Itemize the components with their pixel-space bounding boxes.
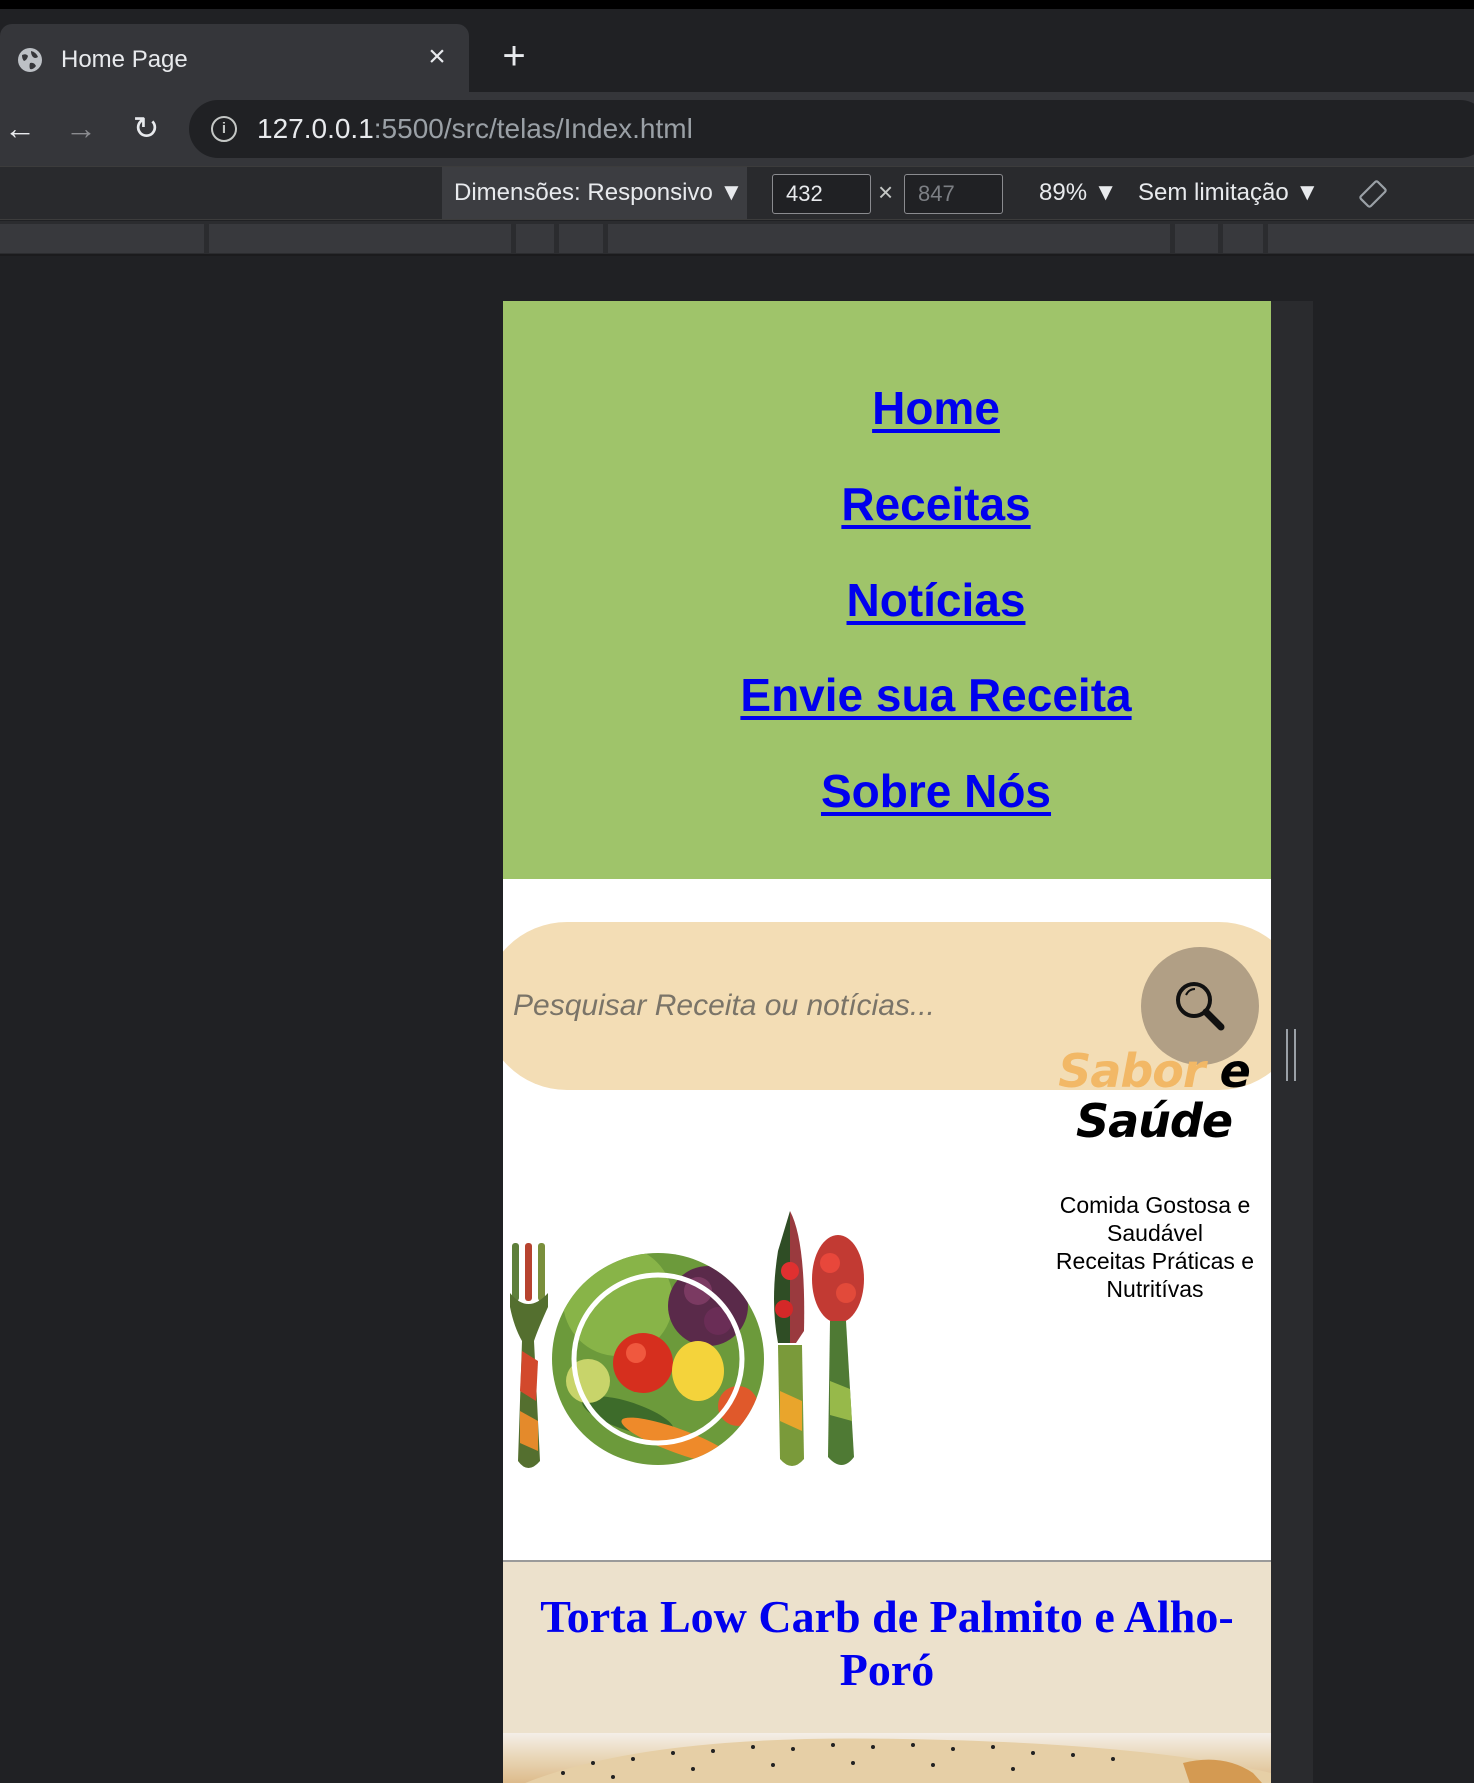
nav-link-home[interactable]: Home xyxy=(503,381,1271,435)
dimensions-select[interactable]: Dimensões: Responsivo ▼ xyxy=(442,167,747,219)
tagline-line: Nutritívas xyxy=(1106,1276,1204,1302)
tagline-line: Comida Gostosa e xyxy=(1059,1192,1251,1218)
new-tab-button[interactable]: + xyxy=(494,36,534,78)
search-icon xyxy=(1176,982,1225,1031)
spoon-shape xyxy=(812,1235,864,1465)
media-query-segment[interactable] xyxy=(1223,224,1263,253)
viewport-height-input[interactable]: 847 xyxy=(904,174,1003,214)
brand-logo: Sabor e Saúde xyxy=(1039,1046,1269,1146)
fork-shape xyxy=(510,1243,548,1468)
page-viewport: Home Receitas Notícias Envie sua Receita… xyxy=(503,301,1271,1783)
viewport-resize-handle[interactable] xyxy=(1286,1029,1296,1081)
nav-link-envie-receita[interactable]: Envie sua Receita xyxy=(503,668,1271,722)
tab-title: Home Page xyxy=(61,46,188,73)
media-query-segment[interactable] xyxy=(0,224,204,253)
recipe-pie-image xyxy=(525,1738,1271,1783)
logo-cutlery-vegetables-image xyxy=(510,1211,864,1468)
nav-link-receitas[interactable]: Receitas xyxy=(503,477,1271,531)
media-query-segment[interactable] xyxy=(559,224,603,253)
tagline-line: Receitas Práticas e xyxy=(1055,1248,1255,1274)
main-nav: Home Receitas Notícias Envie sua Receita… xyxy=(503,301,1271,879)
media-query-segment[interactable] xyxy=(516,224,554,253)
forward-button[interactable]: → xyxy=(61,108,101,148)
recipe-card-header: Torta Low Carb de Palmito e Alho-Poró xyxy=(503,1562,1271,1733)
nav-link-sobre-nos[interactable]: Sobre Nós xyxy=(503,764,1271,818)
url-host: 127.0.0.1 xyxy=(257,113,374,144)
search-input[interactable] xyxy=(513,974,1113,1038)
device-toolbar: Dimensões: Responsivo ▼ 432 × 847 89% ▼ … xyxy=(0,166,1474,220)
media-query-bar xyxy=(0,221,1474,256)
media-query-segment[interactable] xyxy=(1175,224,1218,253)
brand-saude: Saúde xyxy=(1075,1094,1233,1148)
globe-icon xyxy=(18,48,42,72)
tab-home-page[interactable]: Home Page × xyxy=(0,24,469,92)
back-button[interactable]: ← xyxy=(0,108,40,148)
media-query-segment[interactable] xyxy=(608,224,1170,253)
window-top-edge xyxy=(0,0,1474,9)
media-query-segment[interactable] xyxy=(209,224,511,253)
browser-toolbar: ← → ↻ i 127.0.0.1:5500/src/telas/Index.h… xyxy=(0,92,1474,166)
recipe-title-link[interactable]: Torta Low Carb de Palmito e Alho-Poró xyxy=(523,1590,1251,1696)
recipe-image[interactable] xyxy=(503,1733,1271,1783)
brand-sabor: Sabor xyxy=(1058,1044,1205,1098)
nav-link-noticias[interactable]: Notícias xyxy=(503,573,1271,627)
rotate-icon[interactable] xyxy=(1358,179,1388,209)
url-path: :5500/src/telas/Index.html xyxy=(373,113,693,144)
brand-tagline: Comida Gostosa e Saudável Receitas Práti… xyxy=(1039,1191,1271,1303)
site-info-icon[interactable]: i xyxy=(211,116,237,142)
media-query-segment[interactable] xyxy=(1268,224,1474,253)
throttle-select[interactable]: Sem limitação ▼ xyxy=(1138,167,1319,219)
url-text[interactable]: 127.0.0.1:5500/src/telas/Index.html xyxy=(257,113,693,145)
zoom-select[interactable]: 89% ▼ xyxy=(1039,167,1117,219)
tagline-line: Saudável xyxy=(1107,1220,1203,1246)
knife-shape xyxy=(774,1211,805,1466)
close-tab-icon[interactable]: × xyxy=(420,40,454,74)
dimension-separator: × xyxy=(878,177,894,207)
viewport-width-input[interactable]: 432 xyxy=(772,174,871,214)
tab-strip: Home Page × + xyxy=(0,9,1474,92)
reload-button[interactable]: ↻ xyxy=(126,108,166,148)
brand-e: e xyxy=(1219,1044,1251,1098)
address-bar[interactable]: i 127.0.0.1:5500/src/telas/Index.html xyxy=(189,100,1474,158)
